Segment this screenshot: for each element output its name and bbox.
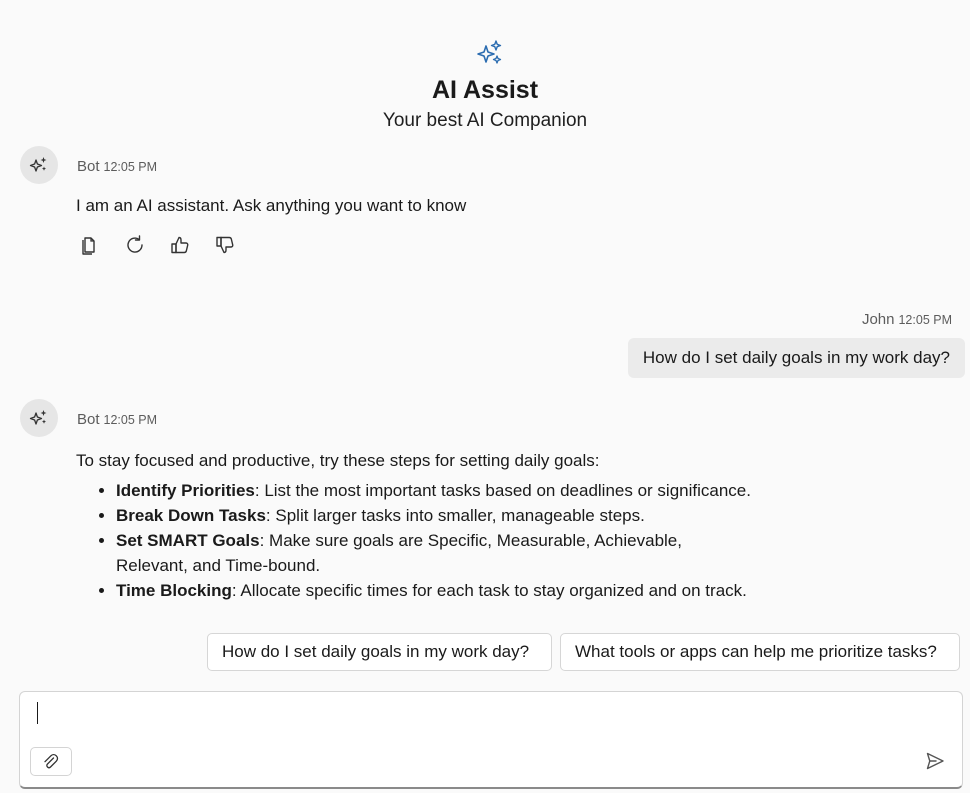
list-item-title: Identify Priorities — [116, 481, 255, 500]
sparkles-icon — [477, 40, 502, 64]
bot-avatar — [20, 146, 58, 184]
list-item: Break Down Tasks: Split larger tasks int… — [116, 503, 796, 528]
message-time: 12:05 PM — [103, 413, 158, 427]
sparkles-icon — [29, 410, 47, 425]
message-meta: Bot 12:05 PM — [77, 158, 157, 175]
thumbs-up-icon — [171, 236, 189, 254]
bot-message-body: To stay focused and productive, try thes… — [76, 448, 796, 603]
message-input[interactable] — [32, 700, 916, 734]
message-meta: Bot 12:05 PM — [77, 411, 157, 428]
paperclip-icon — [44, 753, 59, 768]
list-item-text: : List the most important tasks based on… — [254, 481, 751, 500]
copy-icon — [82, 237, 95, 255]
bot-message-text: I am an AI assistant. Ask anything you w… — [76, 196, 467, 215]
app-subtitle: Your best AI Companion — [382, 110, 588, 131]
list-item-title: Break Down Tasks — [116, 506, 266, 525]
message-time: 12:05 PM — [898, 313, 952, 327]
app-title: AI Assist — [431, 76, 539, 104]
sparkles-icon — [29, 157, 47, 172]
message-meta: John 12:05 PM — [862, 311, 952, 328]
regenerate-icon — [127, 235, 143, 253]
user-message-bubble: How do I set daily goals in my work day? — [627, 338, 965, 378]
message-composer — [19, 691, 963, 789]
sender-name: Bot — [77, 158, 100, 175]
list-item-text: : Allocate specific times for each task … — [231, 581, 747, 600]
thumbs-down-button[interactable] — [214, 230, 259, 260]
regenerate-button[interactable] — [124, 230, 169, 260]
copy-button[interactable] — [79, 230, 124, 260]
suggestion-chip-daily-goals[interactable]: How do I set daily goals in my work day? — [207, 633, 552, 671]
list-item-text: : Split larger tasks into smaller, manag… — [265, 506, 645, 525]
list-item-title: Set SMART Goals — [116, 531, 260, 550]
thumbs-up-button[interactable] — [169, 230, 214, 260]
send-icon — [926, 752, 944, 770]
list-item-title: Time Blocking — [116, 581, 232, 600]
suggestion-chip-tools-apps[interactable]: What tools or apps can help me prioritiz… — [560, 633, 960, 671]
thumbs-down-icon — [216, 236, 234, 254]
bot-avatar — [20, 399, 58, 437]
sender-name: Bot — [77, 411, 100, 428]
list-item: Time Blocking: Allocate specific times f… — [116, 578, 796, 603]
list-item: Set SMART Goals: Make sure goals are Spe… — [116, 528, 756, 578]
attach-button[interactable] — [30, 747, 72, 776]
list-item: Identify Priorities: List the most impor… — [116, 478, 796, 503]
message-time: 12:05 PM — [103, 160, 158, 174]
steps-list: Identify Priorities: List the most impor… — [76, 478, 796, 603]
bot-message-intro: To stay focused and productive, try thes… — [76, 451, 600, 470]
send-button[interactable] — [922, 748, 948, 774]
message-actions — [79, 230, 259, 260]
sender-name: John — [861, 311, 895, 328]
